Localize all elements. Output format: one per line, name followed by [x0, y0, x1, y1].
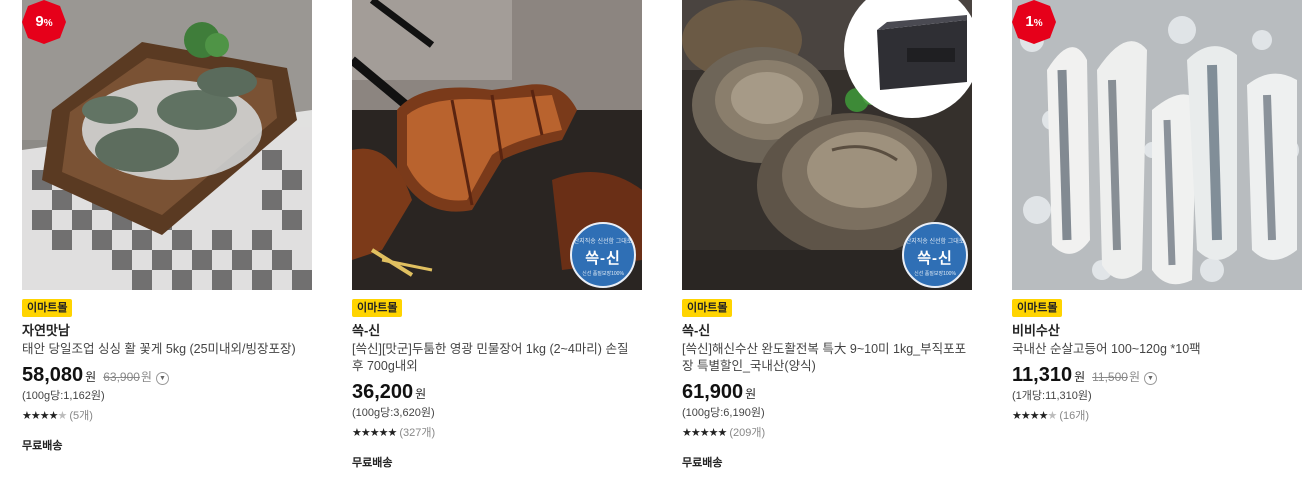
shipping-label: 무료배송: [22, 440, 63, 452]
review-count: (16개): [1059, 410, 1090, 422]
rating: ★★★★★ (16개): [1012, 409, 1302, 423]
product-image-eel[interactable]: 산지직송 신선함 그대로 쓱-신 신선 품질보장100%: [352, 0, 642, 290]
product-image-crab[interactable]: 9%: [22, 0, 312, 290]
discount-badge: 1%: [1012, 0, 1056, 44]
product-title[interactable]: 태안 당일조업 싱싱 활 꽃게 5kg (25미내외/빙장포장): [22, 341, 312, 358]
chevron-down-circle-icon[interactable]: ▼: [1143, 372, 1157, 385]
price-row: 36,200 원: [352, 379, 642, 405]
discount-value: 1: [1025, 13, 1034, 30]
mall-badge: 이마트몰: [22, 299, 73, 317]
ssg-fresh-seal: 산지직송 신선함 그대로 쓱-신 신선 품질보장100%: [570, 222, 636, 288]
original-price: 63,900: [103, 370, 140, 384]
sale-price: 61,900: [682, 381, 744, 403]
discount-badge: 9%: [22, 0, 66, 44]
review-count: (5개): [69, 410, 93, 422]
mall-badge: 이마트몰: [352, 299, 403, 317]
original-currency: 원: [140, 370, 152, 384]
rating: ★★★★★ (327개): [352, 426, 642, 440]
sale-price: 11,310: [1012, 364, 1073, 386]
star-icon: ★★★★★: [682, 427, 727, 439]
unit-price: (100g당:3,620원): [352, 407, 435, 419]
product-card[interactable]: 산지직송 신선함 그대로 쓱-신 신선 품질보장100% 이마트몰 쓱-신 [쓱…: [682, 0, 972, 470]
currency: 원: [85, 370, 97, 384]
star-icon: ★★★★★: [352, 427, 397, 439]
product-brand[interactable]: 쓱-신: [682, 322, 972, 339]
unit-price: (1개당:11,310원): [1012, 390, 1092, 402]
product-card[interactable]: 산지직송 신선함 그대로 쓱-신 신선 품질보장100% 이마트몰 쓱-신 [쓱…: [352, 0, 642, 470]
mall-badge: 이마트몰: [682, 299, 733, 317]
discount-unit: %: [43, 18, 53, 29]
review-count: (327개): [399, 427, 436, 439]
product-title[interactable]: [쓱신][맛군]두툼한 영광 민물장어 1kg (2~4마리) 손질 후 700…: [352, 341, 642, 375]
discount-value: 9: [35, 13, 44, 30]
star-icon: ★★★★★: [22, 410, 67, 422]
rating: ★★★★★ (209개): [682, 426, 972, 440]
product-image-mackerel[interactable]: 1%: [1012, 0, 1302, 290]
product-image-abalone[interactable]: 산지직송 신선함 그대로 쓱-신 신선 품질보장100%: [682, 0, 972, 290]
product-brand[interactable]: 쓱-신: [352, 322, 642, 339]
shipping-label: 무료배송: [682, 457, 723, 469]
star-icon: ★★★★★: [1012, 410, 1057, 422]
product-title[interactable]: [쓱신]해신수산 완도활전복 특大 9~10미 1kg_부직포포장 특별할인_국…: [682, 341, 972, 375]
chevron-down-circle-icon[interactable]: ▼: [155, 372, 169, 385]
sale-price: 36,200: [352, 381, 414, 403]
ssg-fresh-seal: 산지직송 신선함 그대로 쓱-신 신선 품질보장100%: [902, 222, 968, 288]
discount-unit: %: [1033, 18, 1043, 29]
currency: 원: [745, 387, 757, 401]
original-price: 11,500: [1092, 370, 1128, 384]
product-title[interactable]: 국내산 순살고등어 100~120g *10팩: [1012, 341, 1302, 358]
product-card[interactable]: 9% 이마트몰 자연맛남 태안 당일조업 싱싱 활 꽃게 5kg (25미내외/…: [22, 0, 312, 453]
product-brand[interactable]: 비비수산: [1012, 322, 1302, 339]
original-currency: 원: [1128, 370, 1140, 384]
product-brand[interactable]: 자연맛남: [22, 322, 312, 339]
mall-badge: 이마트몰: [1012, 299, 1063, 317]
sale-price: 58,080: [22, 364, 84, 386]
unit-price: (100g당:1,162원): [22, 390, 105, 402]
currency: 원: [415, 387, 427, 401]
review-count: (209개): [729, 427, 766, 439]
unit-price: (100g당:6,190원): [682, 407, 765, 419]
product-card[interactable]: 1% 이마트몰 비비수산 국내산 순살고등어 100~120g *10팩 11,…: [1012, 0, 1302, 423]
price-row: 11,310 원 11,500원 ▼: [1012, 362, 1302, 388]
price-row: 61,900 원: [682, 379, 972, 405]
currency: 원: [1074, 370, 1086, 384]
shipping-label: 무료배송: [352, 457, 393, 469]
rating: ★★★★★ (5개): [22, 409, 312, 423]
price-row: 58,080 원 63,900원 ▼: [22, 362, 312, 388]
